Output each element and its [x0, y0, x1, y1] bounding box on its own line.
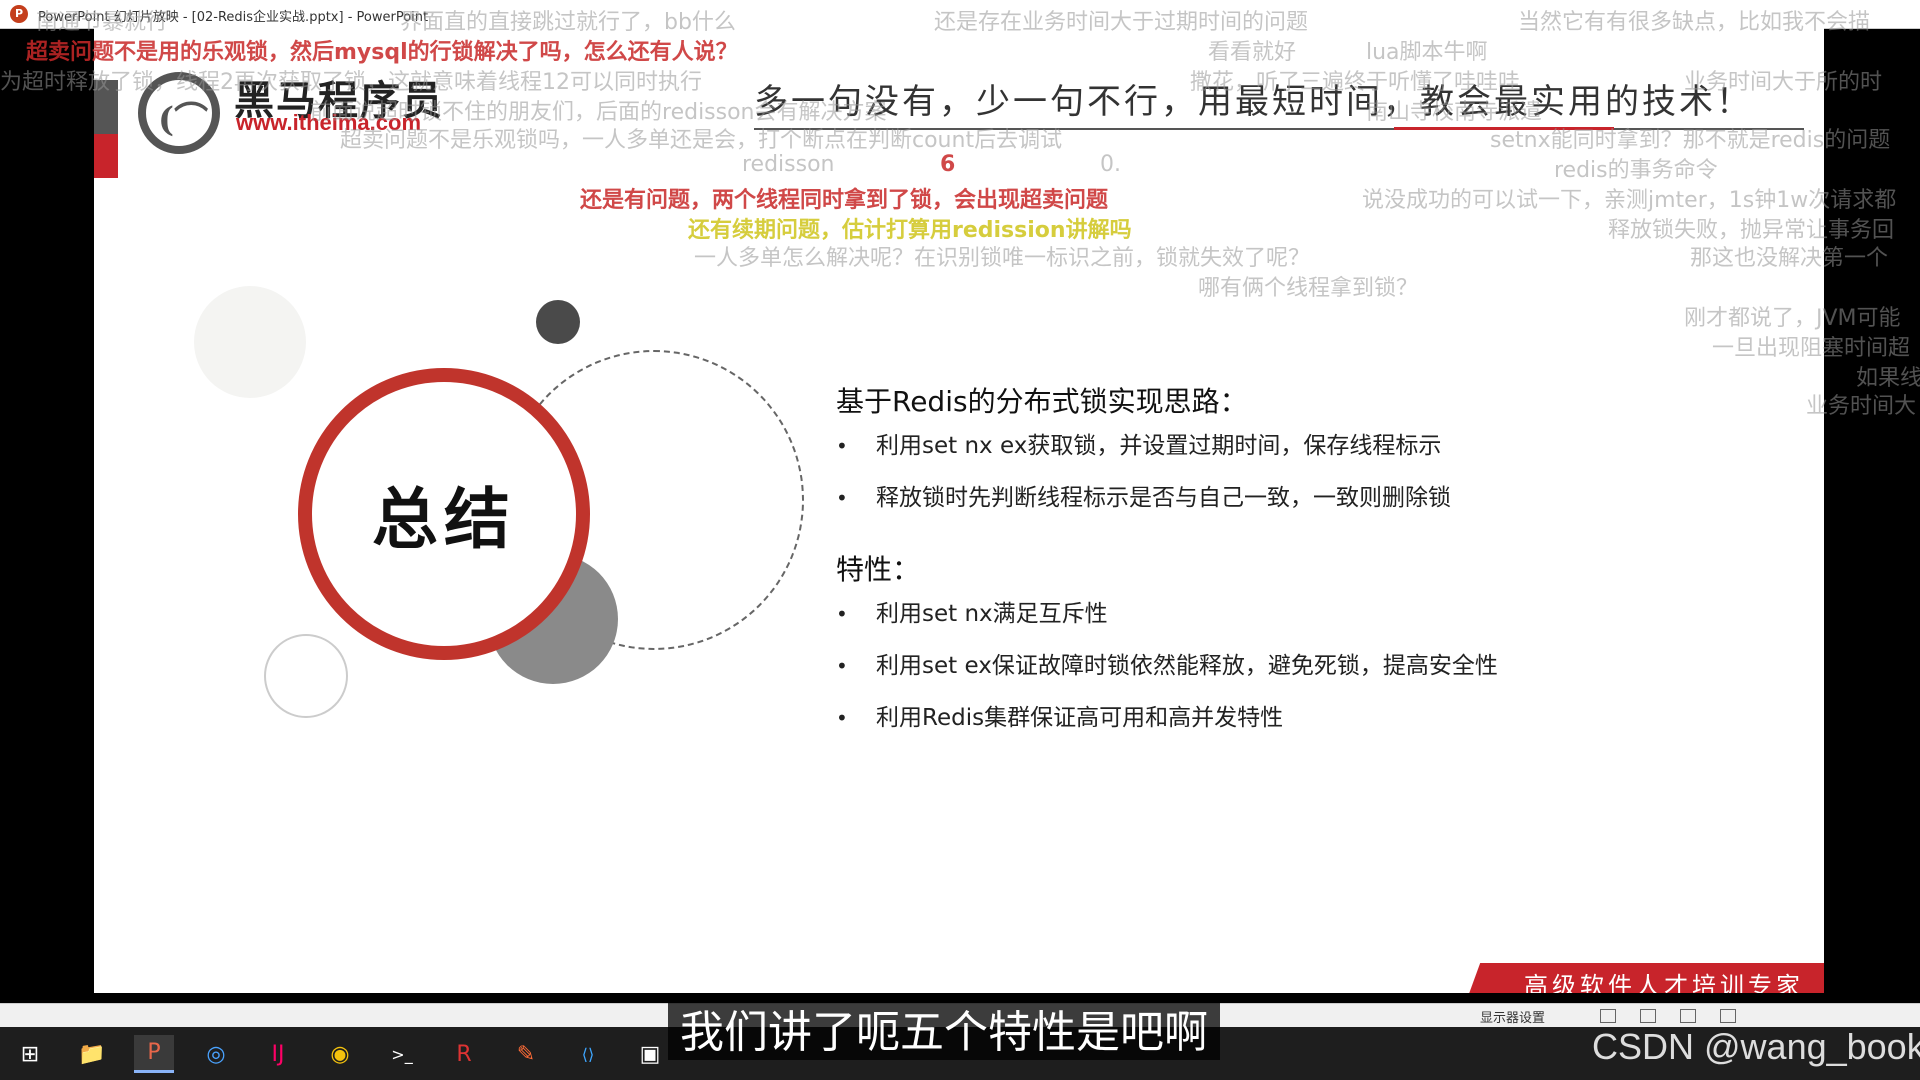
danmaku-comment: 业务时间大于所的时 [1684, 70, 1883, 95]
slide-sorter-view-icon[interactable] [1640, 1009, 1656, 1023]
danmaku-comment: 刚才都说了，JVM可能 [1684, 306, 1901, 331]
decor-circle-dark [536, 300, 580, 344]
summary-title: 总结 [372, 481, 516, 558]
approach-bullets: 利用set nx ex获取锁，并设置过期时间，保存线程标示 释放锁时先判断线程标… [836, 424, 1736, 528]
danmaku-comment: 南通节暴就行 [36, 10, 169, 35]
summary-ring: 总结 [298, 368, 590, 660]
section-title-approach: 基于Redis的分布式锁实现思路： [836, 385, 1248, 418]
danmaku-comment: 0. [1100, 152, 1121, 177]
danmaku-comment: redis的事务命令 [1554, 158, 1718, 183]
normal-view-icon[interactable] [1600, 1009, 1616, 1023]
chrome-icon[interactable]: ◉ [320, 1035, 360, 1073]
bullet-item: 释放锁时先判断线程标示是否与自己一致，一致则删除锁 [836, 476, 1736, 528]
danmaku-comment: 一旦出现阻塞时间超 [1712, 336, 1911, 361]
danmaku-comment: 说没成功的可以试一下，亲测jmter，1s钟1w次请求都 [1362, 188, 1897, 213]
danmaku-comment: 还是存在业务时间大于过期时间的问题 [934, 10, 1309, 35]
reading-view-icon[interactable] [1680, 1009, 1696, 1023]
danmaku-comment: setnx能同时拿到？那不就是redis的问题 [1490, 128, 1891, 153]
danmaku-comment: redisson [742, 152, 835, 177]
browser-icon[interactable]: ◎ [196, 1035, 236, 1073]
decor-circle-faint [194, 286, 306, 398]
features-bullets: 利用set nx满足互斥性 利用set ex保证故障时锁依然能释放，避免死锁，提… [836, 592, 1736, 748]
danmaku-comment: 业务时间大 [1806, 394, 1917, 419]
danmaku-comment: lua脚本牛啊 [1366, 40, 1488, 65]
terminal-icon[interactable]: >_ [382, 1035, 422, 1073]
decor-circle-outline [264, 634, 348, 718]
vscode-icon[interactable]: ⟨⟩ [568, 1035, 608, 1073]
danmaku-comment: 还是有问题，两个线程同时拿到了锁，会出现超卖问题 [580, 188, 1109, 213]
brand-tag-text: 高级软件人才培训专家 [1524, 972, 1804, 993]
slide-left-accent-red [94, 134, 118, 178]
file-explorer-icon[interactable]: 📁 [72, 1035, 112, 1073]
postman-icon[interactable]: ✎ [506, 1035, 546, 1073]
slideshow-view-icon[interactable] [1720, 1009, 1736, 1023]
danmaku-comment: 6 [940, 152, 956, 177]
danmaku-comment: 哪有俩个线程拿到锁？ [1198, 276, 1419, 301]
bullet-item: 利用Redis集群保证高可用和高并发特性 [836, 696, 1736, 748]
danmaku-comment: 当然它有有很多缺点，比如我不会描 [1518, 10, 1871, 35]
danmaku-comment: 超卖问题不是用的乐观锁，然后mysql的行锁解决了吗，怎么还有人说？ [26, 40, 738, 65]
intellij-icon[interactable]: IJ [258, 1035, 298, 1073]
section-title-features: 特性： [836, 553, 921, 586]
powerpoint-app-icon: P [10, 5, 28, 23]
display-settings-button[interactable]: 显示器设置 [1480, 1007, 1545, 1026]
csdn-watermark: CSDN @wang_book [1592, 1026, 1920, 1067]
danmaku-comment: 撒花，听了三遍终于听懂了哇哇哇 [1190, 70, 1521, 95]
danmaku-comment: 为超时释放了锁，线程2再次获取了锁，这就意味着线程12可以同时执行 [0, 70, 702, 95]
slide-content: 基于Redis的分布式锁实现思路： 利用set nx ex获取锁，并设置过期时间… [836, 380, 1736, 748]
danmaku-comment: 看看就好 [1208, 40, 1297, 65]
image-viewer-icon[interactable]: ▣ [630, 1035, 670, 1073]
danmaku-comment: 那这也没解决第一个 [1690, 246, 1889, 271]
powerpoint-icon[interactable]: P [134, 1035, 174, 1073]
start-icon[interactable]: ⊞ [10, 1035, 50, 1073]
danmaku-comment: 一人多单怎么解决呢？在识别锁唯一标识之前，锁就失效了呢？ [694, 246, 1311, 271]
danmaku-comment: 超卖问题不是乐观锁吗，一人多单还是会，打个断点在判断count后去调试 [340, 128, 1063, 153]
video-subtitle: 我们讲了呃五个特性是吧啊 [668, 996, 1220, 1060]
bullet-item: 利用set nx ex获取锁，并设置过期时间，保存线程标示 [836, 424, 1736, 476]
redis-app-icon[interactable]: R [444, 1035, 484, 1073]
bullet-item: 利用set nx满足互斥性 [836, 592, 1736, 644]
bullet-item: 利用set ex保证故障时锁依然能释放，避免死锁，提高安全性 [836, 644, 1736, 696]
danmaku-comment: 界面直的直接跳过就行了，bb什么 [400, 10, 736, 35]
